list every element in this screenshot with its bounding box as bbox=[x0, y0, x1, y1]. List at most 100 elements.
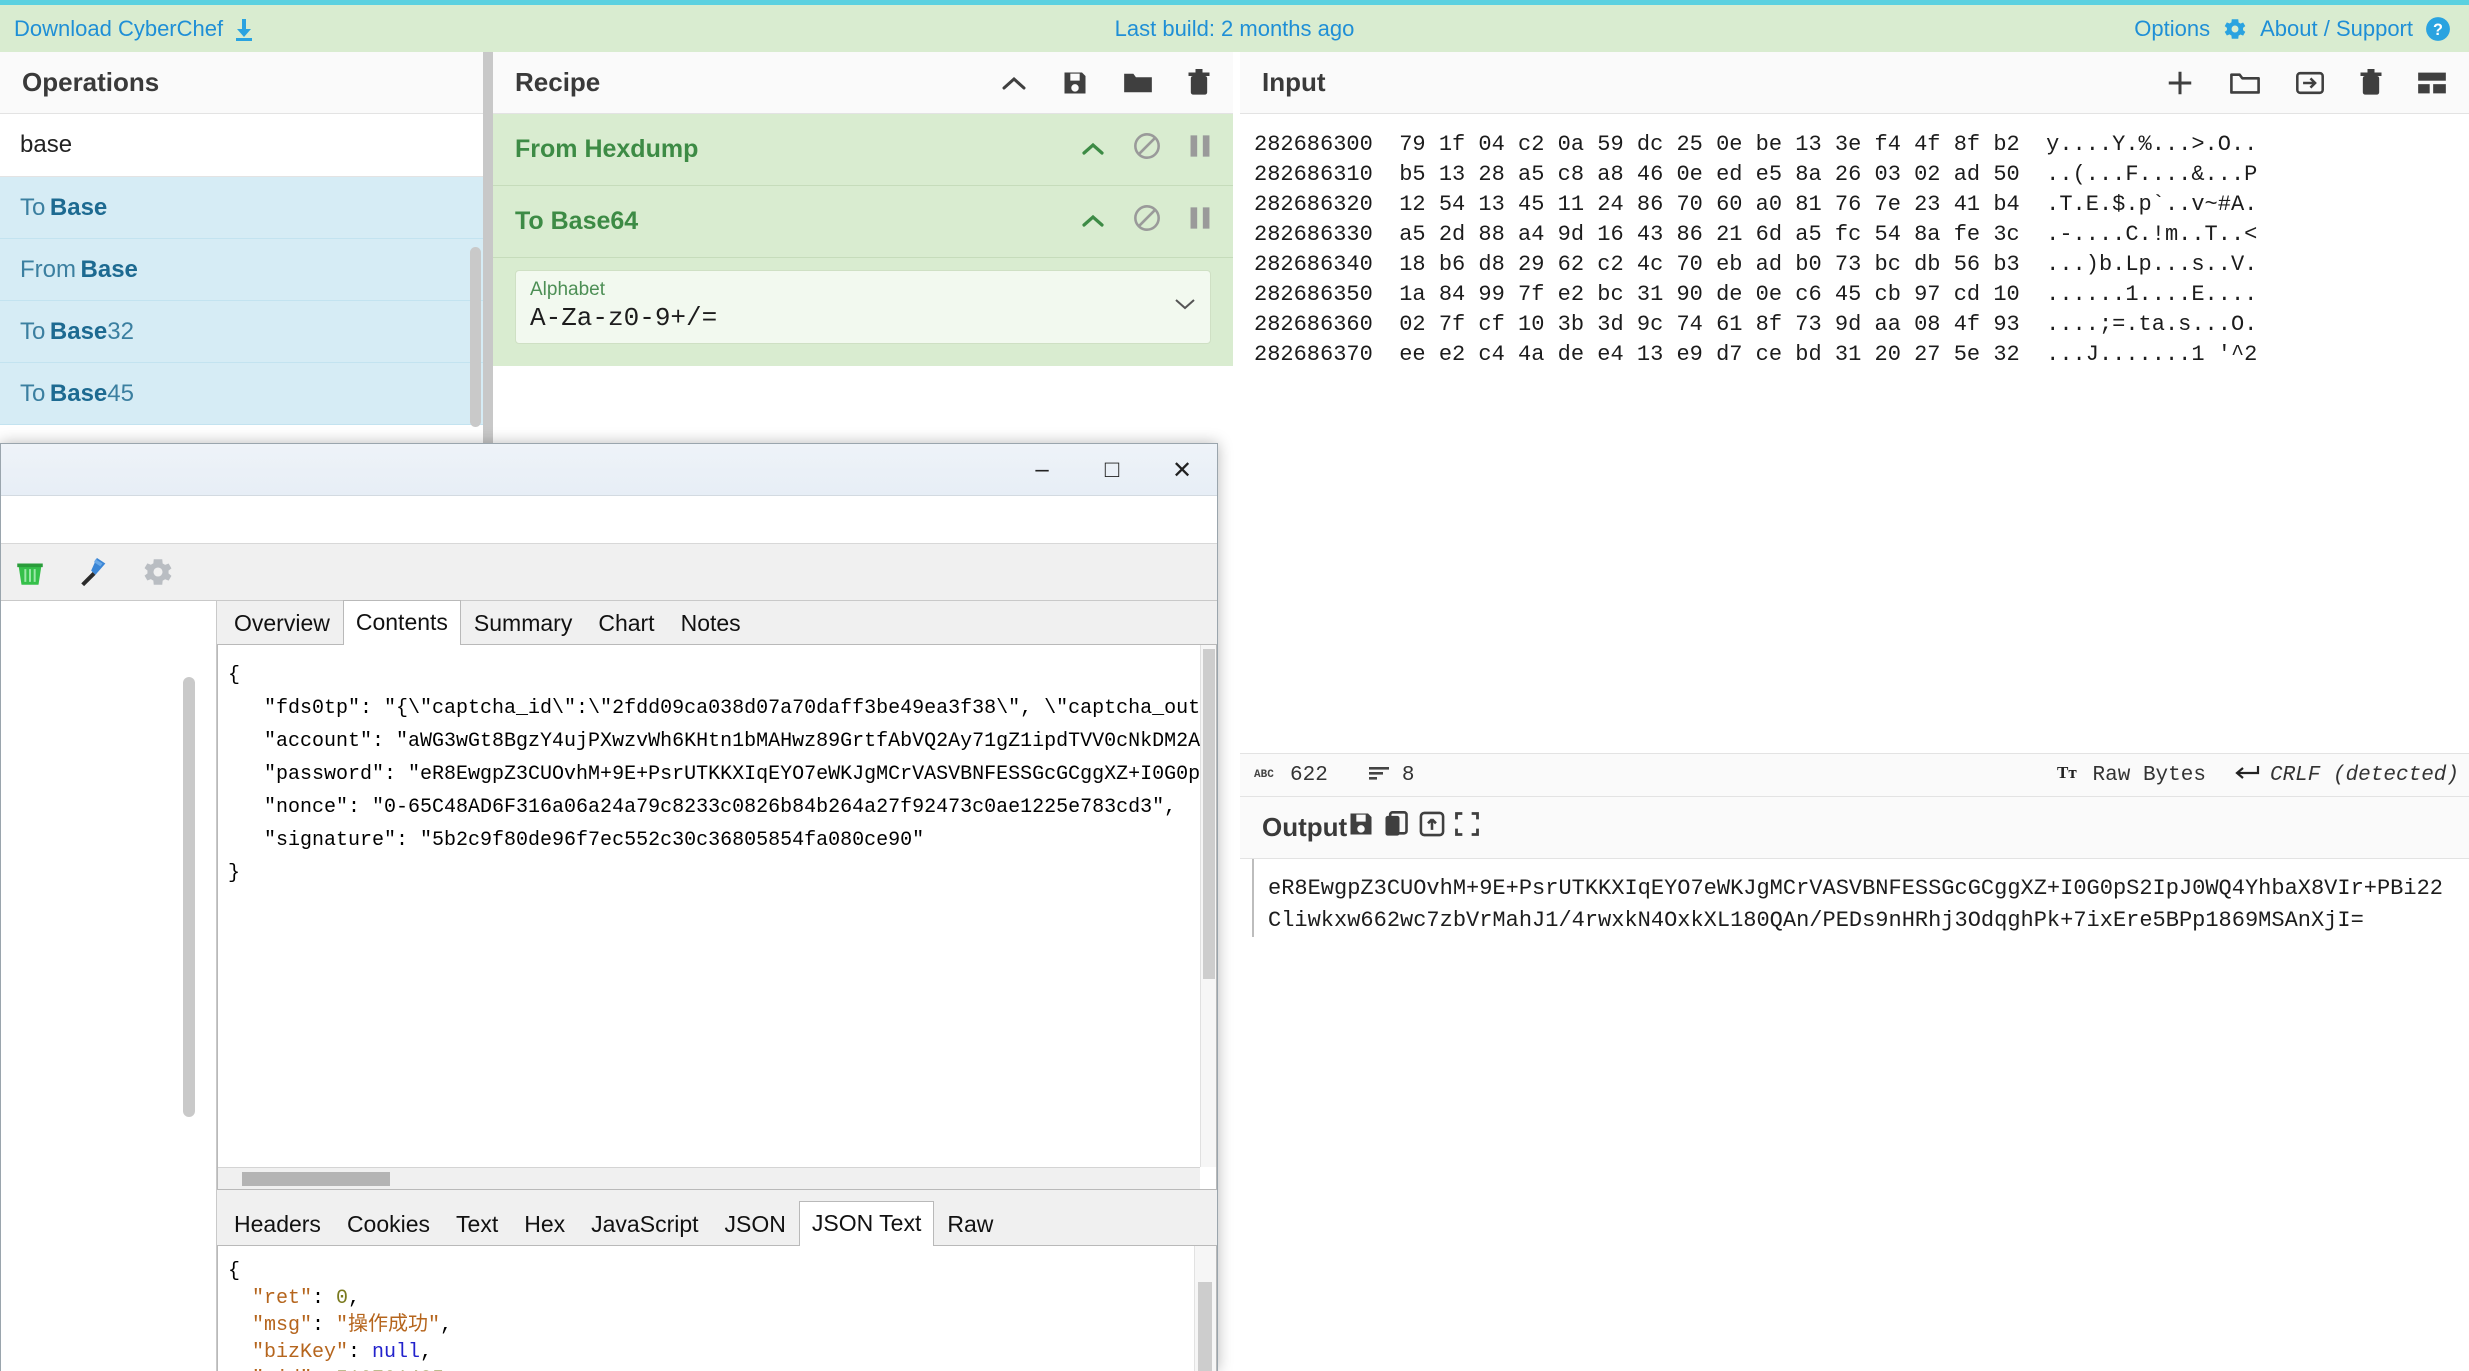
scrollbar-thumb[interactable] bbox=[1198, 1282, 1212, 1371]
operation-item-to-base[interactable]: To Base bbox=[0, 177, 483, 239]
tab-chart[interactable]: Chart bbox=[585, 603, 667, 644]
clear-basket-icon[interactable] bbox=[11, 553, 49, 591]
breakpoint-icon[interactable] bbox=[1189, 133, 1211, 166]
tab-text[interactable]: Text bbox=[443, 1204, 511, 1245]
session-list-pane[interactable] bbox=[1, 601, 217, 1371]
tab-overview[interactable]: Overview bbox=[221, 603, 343, 644]
tab-hex[interactable]: Hex bbox=[511, 1204, 578, 1245]
tab-raw[interactable]: Raw bbox=[934, 1204, 1006, 1245]
alphabet-label: Alphabet bbox=[530, 279, 606, 300]
operations-search-input[interactable]: base bbox=[0, 114, 483, 177]
json-key: "ret" bbox=[252, 1287, 313, 1310]
tab-summary[interactable]: Summary bbox=[461, 603, 585, 644]
gear-icon[interactable] bbox=[139, 553, 177, 591]
recipe-argument-group: Alphabet A-Za-z0-9+/= bbox=[493, 258, 1233, 366]
recipe-operation-name: To Base64 bbox=[515, 207, 639, 235]
operation-item-to-base32[interactable]: To Base 32 bbox=[0, 301, 483, 363]
replace-input-icon[interactable] bbox=[1418, 811, 1446, 844]
import-icon[interactable] bbox=[2295, 70, 2325, 96]
json-text-viewer[interactable]: { "ret": 0, "msg": "操作成功", "bizKey": nul… bbox=[217, 1246, 1217, 1371]
save-icon[interactable] bbox=[1347, 813, 1375, 844]
chevron-up-icon[interactable] bbox=[1081, 207, 1105, 236]
json-value: null bbox=[372, 1341, 421, 1364]
maximize-icon[interactable]: □ bbox=[1077, 444, 1147, 496]
tab-json[interactable]: JSON bbox=[712, 1204, 799, 1245]
disable-icon[interactable] bbox=[1133, 204, 1161, 239]
operation-label-suffix: 45 bbox=[107, 379, 134, 407]
abc-icon: ABC bbox=[1254, 764, 1280, 787]
gear-icon[interactable] bbox=[2222, 16, 2248, 42]
window-menu-strip[interactable] bbox=[1, 496, 1217, 544]
recipe-operation-from-hexdump[interactable]: From Hexdump bbox=[493, 114, 1233, 186]
options-link[interactable]: Options bbox=[2134, 16, 2210, 42]
tabs-icon[interactable] bbox=[2417, 71, 2447, 95]
tools-icon[interactable] bbox=[75, 553, 113, 591]
trash-icon[interactable] bbox=[1187, 68, 1211, 97]
maximize-icon[interactable] bbox=[1453, 812, 1481, 844]
plus-icon[interactable] bbox=[2165, 68, 2195, 98]
json-line: { bbox=[228, 1260, 241, 1283]
window-title-bar[interactable]: – □ ✕ bbox=[1, 444, 1217, 496]
tab-contents[interactable]: Contents bbox=[342, 600, 461, 645]
tab-json-text[interactable]: JSON Text bbox=[798, 1201, 935, 1246]
input-eol-control[interactable]: CRLF (detected) bbox=[2232, 763, 2459, 788]
operation-label-prefix: To bbox=[20, 317, 46, 345]
operation-label-suffix: 32 bbox=[107, 317, 134, 345]
hexdump-line: 282686300 79 1f 04 c2 0a 59 dc 25 0e be … bbox=[1254, 132, 2258, 157]
tab-cookies[interactable]: Cookies bbox=[334, 1204, 443, 1245]
scrollbar-thumb[interactable] bbox=[242, 1172, 390, 1186]
lines-icon bbox=[1368, 764, 1392, 787]
disable-icon[interactable] bbox=[1133, 132, 1161, 167]
json-text-scrollbar[interactable] bbox=[1194, 1246, 1216, 1371]
hexdump-line: 282686340 18 b6 d8 29 62 c2 4c 70 eb ad … bbox=[1254, 252, 2258, 277]
folder-open-icon[interactable] bbox=[2229, 70, 2261, 96]
session-list-scrollbar[interactable] bbox=[183, 677, 195, 1117]
recipe-title-bar: Recipe bbox=[493, 52, 1233, 114]
tab-notes[interactable]: Notes bbox=[668, 603, 754, 644]
output-text[interactable]: eR8EwgpZ3CUOvhM+9E+PsrUTKKXIqEYO7eWKJgMC… bbox=[1252, 859, 2469, 937]
json-sep: : bbox=[348, 1341, 373, 1364]
http-debugger-window[interactable]: – □ ✕ Overview Contents Summary Chart No… bbox=[0, 443, 1218, 1371]
hexdump-line: 282686370 ee e2 c4 4a de e4 13 e9 d7 ce … bbox=[1254, 342, 2258, 367]
operations-scrollbar[interactable] bbox=[470, 247, 481, 427]
alphabet-input[interactable]: A-Za-z0-9+/= bbox=[530, 303, 1196, 333]
scrollbar-thumb[interactable] bbox=[1203, 649, 1215, 979]
close-icon[interactable]: ✕ bbox=[1147, 444, 1217, 496]
last-build-label: Last build: 2 months ago bbox=[1114, 15, 1355, 41]
minimize-icon[interactable]: – bbox=[1007, 444, 1077, 496]
output-title-bar: Output bbox=[1240, 797, 2469, 859]
folder-icon[interactable] bbox=[1123, 70, 1153, 96]
operation-label-match: Base bbox=[49, 317, 108, 345]
about-support-link[interactable]: About / Support bbox=[2260, 16, 2413, 42]
trash-icon[interactable] bbox=[2359, 68, 2383, 97]
input-title: Input bbox=[1262, 67, 1326, 97]
json-comma: , bbox=[420, 1341, 433, 1364]
contents-horizontal-scrollbar[interactable] bbox=[218, 1167, 1200, 1189]
contents-vertical-scrollbar[interactable] bbox=[1200, 645, 1216, 1167]
recipe-operation-to-base64[interactable]: To Base64 bbox=[493, 186, 1233, 258]
input-encoding-label: Raw Bytes bbox=[2092, 763, 2206, 787]
svg-text:Tт: Tт bbox=[2057, 763, 2077, 782]
tab-javascript[interactable]: JavaScript bbox=[578, 1204, 711, 1245]
contents-viewer[interactable]: { "fds0tp": "{\"captcha_id\":\"2fdd09ca0… bbox=[217, 645, 1217, 1190]
json-comma: , bbox=[440, 1314, 453, 1337]
input-encoding-control[interactable]: Tт Raw Bytes bbox=[2057, 762, 2206, 789]
json-text-content: { "ret": 0, "msg": "操作成功", "bizKey": nul… bbox=[218, 1246, 1216, 1371]
chevron-down-icon[interactable] bbox=[1174, 297, 1196, 316]
chevron-up-icon[interactable] bbox=[1081, 135, 1105, 164]
io-panel: Input 282686300 79 1f 04 c2 0a 59 dc 25 … bbox=[1240, 52, 2469, 1371]
chevron-up-icon[interactable] bbox=[1001, 74, 1027, 92]
hexdump-line: 282686320 12 54 13 45 11 24 86 70 60 a0 … bbox=[1254, 192, 2258, 217]
question-circle-icon[interactable]: ? bbox=[2425, 16, 2451, 42]
json-sep: : bbox=[312, 1314, 337, 1337]
save-icon[interactable] bbox=[1061, 69, 1089, 97]
operation-item-from-base[interactable]: From Base bbox=[0, 239, 483, 301]
alphabet-argument[interactable]: Alphabet A-Za-z0-9+/= bbox=[515, 270, 1211, 344]
input-editor[interactable]: 282686300 79 1f 04 c2 0a 59 dc 25 0e be … bbox=[1240, 114, 2469, 753]
copy-icon[interactable] bbox=[1382, 811, 1410, 844]
contents-json-text: { "fds0tp": "{\"captcha_id\":\"2fdd09ca0… bbox=[228, 664, 1216, 885]
breakpoint-icon[interactable] bbox=[1189, 205, 1211, 238]
tab-headers[interactable]: Headers bbox=[221, 1204, 334, 1245]
panel-divider-2[interactable] bbox=[1233, 52, 1240, 1371]
operation-item-to-base45[interactable]: To Base 45 bbox=[0, 363, 483, 425]
